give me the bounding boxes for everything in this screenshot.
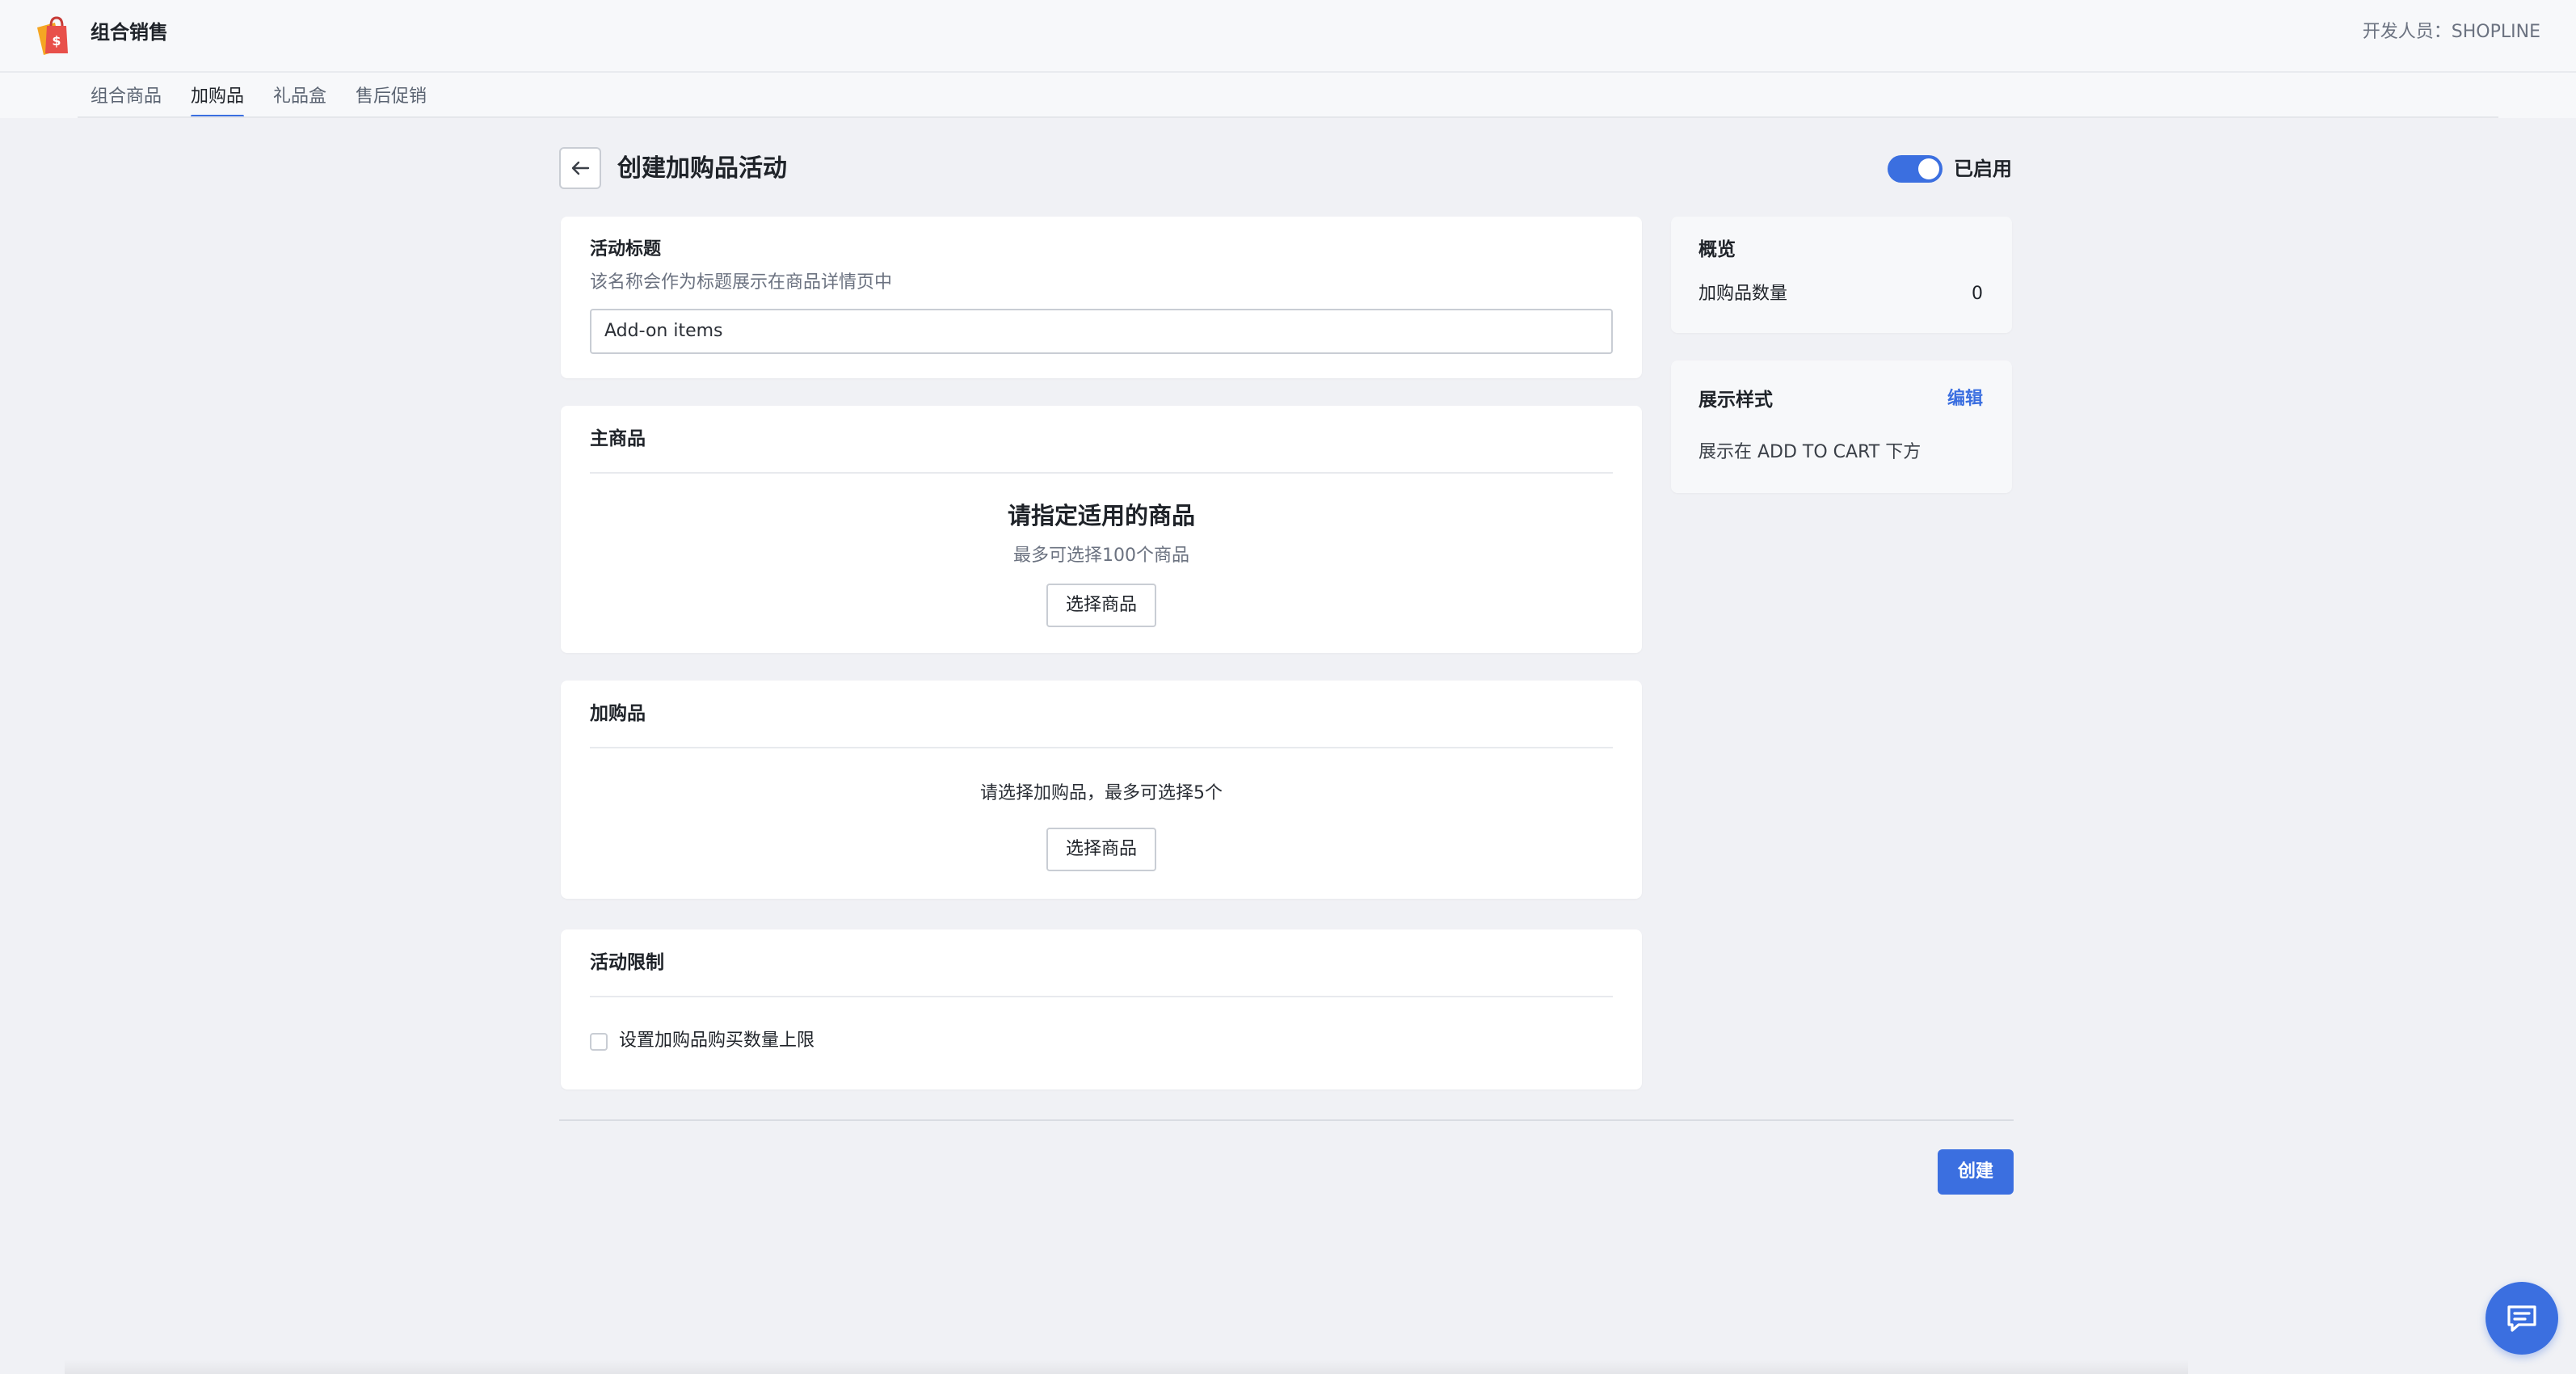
addon-count-value: 0 (1972, 284, 1983, 304)
activity-title-heading: 活动标题 (590, 239, 662, 259)
footer-divider (559, 1119, 2014, 1121)
overview-heading: 概览 (1698, 239, 1736, 260)
developer-label: 开发人员：SHOPLINE (2362, 22, 2540, 42)
display-style-heading: 展示样式 (1698, 390, 1773, 411)
card-divider (590, 472, 1613, 474)
purchase-limit-label[interactable]: 设置加购品购买数量上限 (619, 1028, 814, 1054)
tab-divider (78, 116, 2498, 118)
card-divider (590, 747, 1613, 748)
status-label: 已启用 (1954, 158, 2012, 180)
page-title: 创建加购品活动 (617, 154, 787, 183)
display-style-card: 展示样式 编辑 展示在 ADD TO CART 下方 (1671, 360, 2012, 493)
addon-count-label: 加购品数量 (1698, 284, 1788, 304)
arrow-left-icon (571, 161, 590, 175)
bottom-shadow (65, 1359, 2188, 1374)
main-product-empty-sub: 最多可选择100个商品 (1013, 546, 1189, 566)
create-button[interactable]: 创建 (1938, 1149, 2014, 1195)
purchase-limit-checkbox[interactable] (590, 1033, 608, 1051)
display-style-text: 展示在 ADD TO CART 下方 (1698, 442, 1921, 462)
limits-heading: 活动限制 (590, 952, 664, 973)
activity-title-card: 活动标题 该名称会作为标题展示在商品详情页中 Add-on items (561, 217, 1642, 378)
addon-card: 加购品 请选择加购品，最多可选择5个 选择商品 (561, 681, 1642, 899)
svg-text:$: $ (52, 33, 61, 48)
tab-bundle-products[interactable]: 组合商品 (90, 84, 162, 110)
main-product-card: 主商品 请指定适用的商品 最多可选择100个商品 选择商品 (561, 406, 1642, 653)
app-title: 组合销售 (90, 21, 168, 44)
status-toggle[interactable] (1888, 155, 1943, 183)
app-logo-icon: $ (31, 13, 76, 58)
chat-button[interactable] (2486, 1282, 2558, 1355)
select-main-product-button[interactable]: 选择商品 (1046, 584, 1157, 627)
limits-card: 活动限制 设置加购品购买数量上限 (561, 929, 1642, 1090)
overview-card: 概览 加购品数量 0 (1671, 217, 2012, 333)
edit-display-style-link[interactable]: 编辑 (1947, 386, 1983, 412)
addon-heading: 加购品 (590, 703, 646, 724)
tab-post-purchase[interactable]: 售后促销 (356, 84, 427, 110)
activity-title-input[interactable]: Add-on items (590, 309, 1613, 354)
main-product-heading: 主商品 (590, 428, 646, 449)
top-bar: $ 组合销售 开发人员：SHOPLINE (0, 0, 2576, 73)
select-addon-button[interactable]: 选择商品 (1046, 828, 1157, 871)
addon-empty-text: 请选择加购品，最多可选择5个 (980, 783, 1223, 803)
toggle-knob (1918, 158, 1939, 179)
tab-addon-products[interactable]: 加购品 (191, 84, 245, 118)
card-divider (590, 996, 1613, 997)
tab-bar: 组合商品 加购品 礼品盒 售后促销 (0, 73, 2576, 118)
back-button[interactable] (559, 147, 601, 189)
activity-title-helper: 该名称会作为标题展示在商品详情页中 (590, 272, 893, 293)
main-product-empty-title: 请指定适用的商品 (1007, 502, 1195, 529)
tab-gift-box[interactable]: 礼品盒 (273, 84, 326, 110)
chat-icon (2507, 1305, 2536, 1332)
